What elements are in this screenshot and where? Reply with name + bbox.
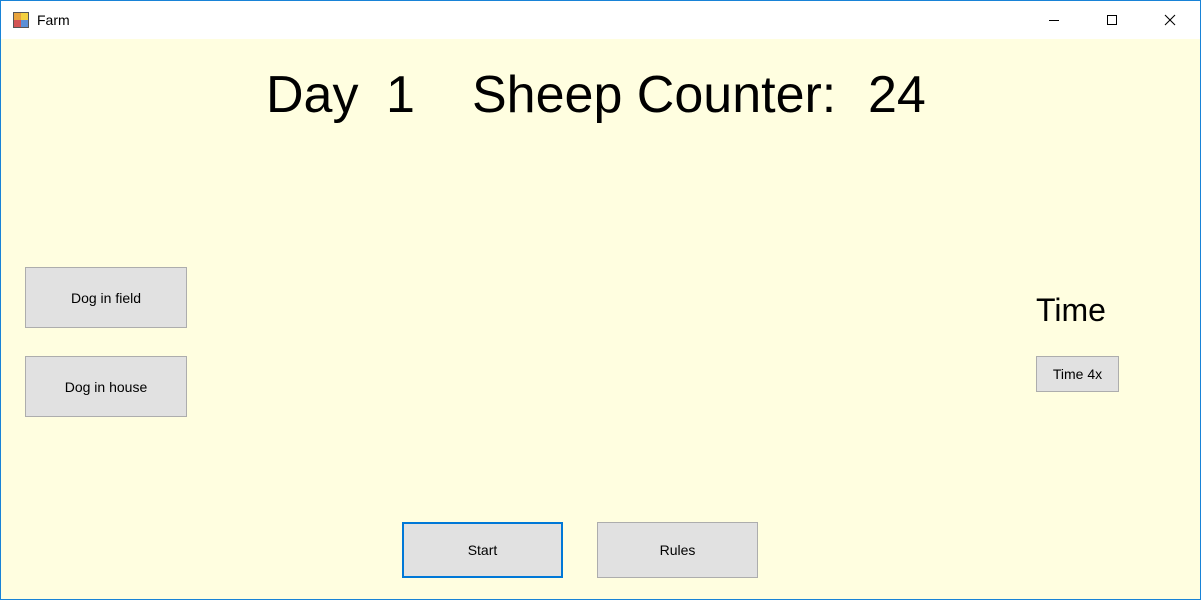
dog-in-field-button[interactable]: Dog in field xyxy=(25,267,187,328)
maximize-icon xyxy=(1107,15,1117,25)
day-label: Day xyxy=(266,66,359,124)
window-title: Farm xyxy=(37,12,70,28)
app-icon xyxy=(13,12,29,28)
time-label: Time xyxy=(1036,292,1106,328)
time-4x-button[interactable]: Time 4x xyxy=(1036,356,1119,392)
sheep-counter-value: 24 xyxy=(868,66,926,124)
minimize-icon xyxy=(1049,20,1059,21)
title-bar[interactable]: Farm xyxy=(1,1,1200,39)
day-value: 1 xyxy=(386,66,415,124)
dog-in-house-button[interactable]: Dog in house xyxy=(25,356,187,417)
farm-window: Farm Day 1 Sheep Counter: 24 Dog in fiel… xyxy=(0,0,1201,600)
form-content: Day 1 Sheep Counter: 24 Dog in field Dog… xyxy=(1,39,1200,599)
maximize-button[interactable] xyxy=(1083,1,1141,39)
sheep-counter-label: Sheep Counter: xyxy=(472,66,837,124)
close-button[interactable] xyxy=(1141,1,1199,39)
minimize-button[interactable] xyxy=(1025,1,1083,39)
rules-button[interactable]: Rules xyxy=(597,522,758,578)
close-icon xyxy=(1164,14,1176,26)
start-button[interactable]: Start xyxy=(402,522,563,578)
